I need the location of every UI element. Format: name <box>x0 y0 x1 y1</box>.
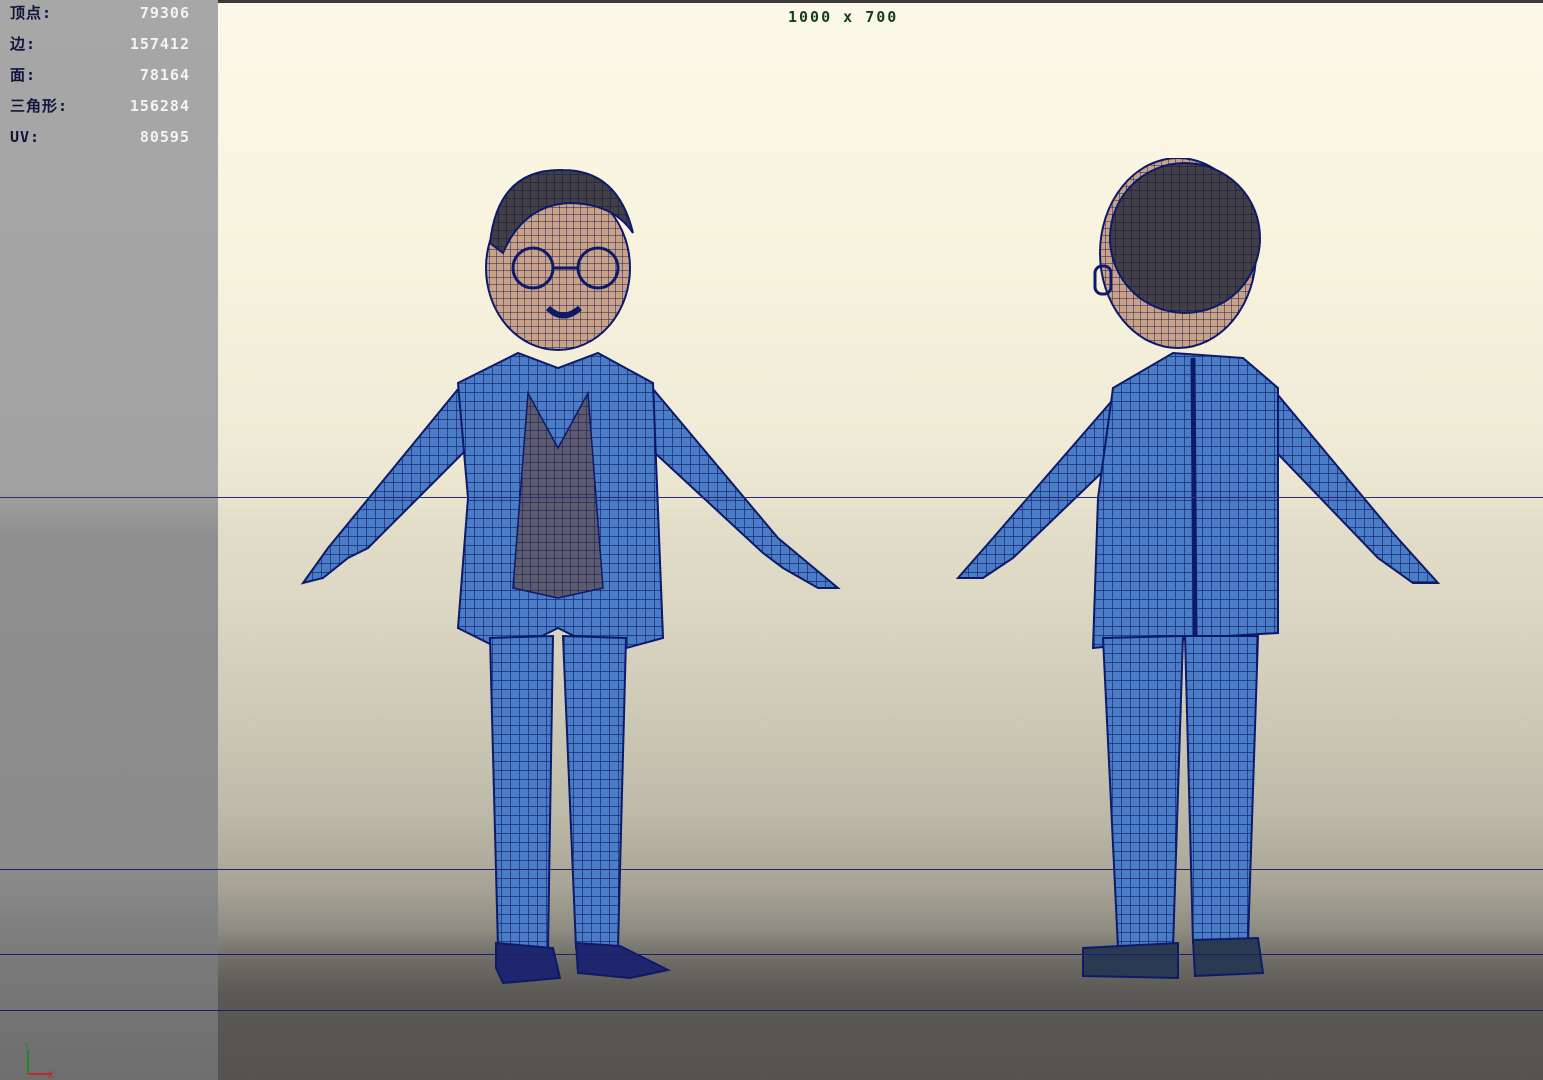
hud-label: 顶点: <box>10 4 53 22</box>
hud-value: 157412 <box>129 35 190 53</box>
hud-label: 三角形: <box>10 97 69 115</box>
axis-y-label: Y <box>24 1042 30 1052</box>
resolution-gate-label: 1000 x 700 <box>788 8 899 26</box>
axis-x-label: X <box>48 1071 54 1080</box>
ground-guide-line <box>0 497 1543 498</box>
character-front-view[interactable] <box>258 158 898 998</box>
hud-label: UV: <box>10 128 41 146</box>
ground-guide-line <box>0 954 1543 955</box>
3d-viewport[interactable] <box>218 3 1543 1080</box>
hud-row-vertices: 顶点: 79306 <box>10 2 190 33</box>
hud-label: 面: <box>10 66 37 84</box>
poly-count-hud: 顶点: 79306 边: 157412 面: 78164 三角形: 156284… <box>10 2 190 157</box>
hud-row-edges: 边: 157412 <box>10 33 190 64</box>
hud-value: 78164 <box>139 66 190 84</box>
hud-row-faces: 面: 78164 <box>10 64 190 95</box>
hud-value: 80595 <box>139 128 190 146</box>
ground-guide-line <box>0 1010 1543 1011</box>
hud-row-uvs: UV: 80595 <box>10 126 190 157</box>
hud-label: 边: <box>10 35 37 53</box>
hud-row-triangles: 三角形: 156284 <box>10 95 190 126</box>
gate-mask-left <box>0 0 218 1080</box>
hud-value: 156284 <box>129 97 190 115</box>
character-back-view[interactable] <box>923 158 1483 998</box>
hud-value: 79306 <box>139 4 190 22</box>
axis-gizmo-icon: Y X <box>24 1042 54 1080</box>
ground-guide-line <box>0 869 1543 870</box>
